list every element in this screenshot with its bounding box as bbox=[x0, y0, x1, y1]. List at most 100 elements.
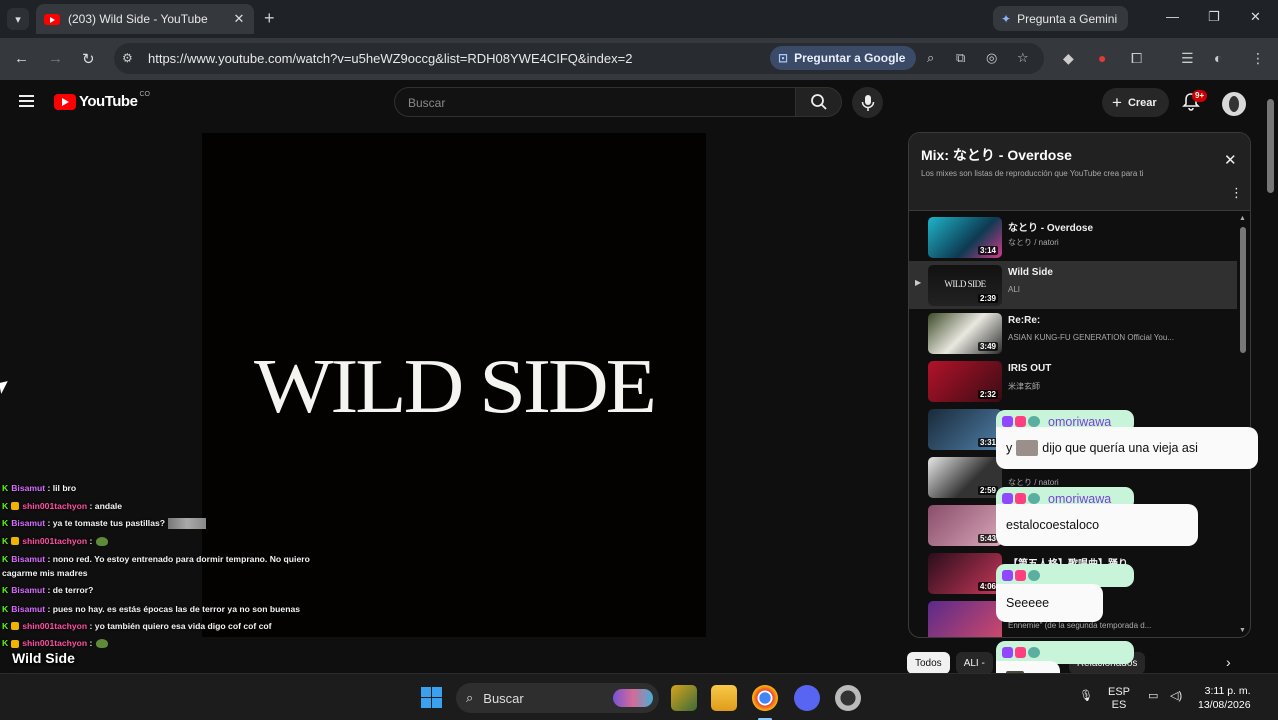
input-language[interactable]: ESP ES bbox=[1108, 686, 1130, 712]
inline-image-icon bbox=[1016, 440, 1039, 456]
playlist-item-title[interactable]: Wild Side bbox=[1008, 267, 1233, 278]
obs-icon[interactable] bbox=[835, 685, 861, 711]
twitch-badge-icon bbox=[1002, 570, 1013, 581]
search-icon bbox=[810, 94, 827, 110]
globe-badge-icon bbox=[1028, 416, 1040, 427]
reload-icon[interactable]: ↻ bbox=[82, 50, 95, 68]
playlist-item-duration: 5:43 bbox=[977, 534, 998, 543]
bookmark-star-icon[interactable]: ☆ bbox=[1017, 50, 1029, 66]
playlist-item-title[interactable]: なとり - Overdose bbox=[1008, 219, 1233, 234]
chat-username: Bisamut bbox=[11, 585, 46, 595]
tab-close-icon[interactable]: ✕ bbox=[232, 11, 246, 27]
chat-username: Bisamut bbox=[11, 554, 46, 564]
chrome-icon[interactable] bbox=[752, 685, 778, 711]
guide-menu-icon[interactable] bbox=[19, 95, 34, 107]
url-text[interactable]: https://www.youtube.com/watch?v=u5heWZ9o… bbox=[148, 51, 632, 66]
tracking-blocked-icon[interactable]: ◎ bbox=[986, 50, 997, 66]
chip-artist[interactable]: ALI - bbox=[955, 652, 993, 674]
playlist-subtitle: Los mixes son listas de reproducción que… bbox=[921, 169, 1144, 178]
extensions-puzzle-icon[interactable]: ⧠ bbox=[1131, 50, 1142, 67]
chat-message: Kshin001tachyon : yo también quiero esa … bbox=[2, 618, 332, 636]
discord-icon[interactable] bbox=[794, 685, 820, 711]
account-avatar[interactable] bbox=[1222, 92, 1246, 116]
playlist-item-channel: なとり / natori bbox=[1008, 238, 1059, 247]
profile-avatar-icon[interactable]: ◐ bbox=[1214, 50, 1222, 66]
browser-tab-active[interactable]: (203) Wild Side - YouTube ✕ bbox=[36, 4, 254, 34]
address-bar[interactable]: ⚙ https://www.youtube.com/watch?v=u5heWZ… bbox=[114, 43, 1044, 74]
playlist-item-thumbnail[interactable]: 2:59 bbox=[928, 457, 1002, 498]
twitch-badge-icon bbox=[1002, 493, 1013, 504]
bubble-2-text: estalocoestaloco bbox=[1006, 518, 1100, 532]
bubble-1-text-b: dijo que quería una vieja asi bbox=[1042, 441, 1198, 455]
notifications-badge: 9+ bbox=[1192, 90, 1208, 102]
playlist-scroll-down-icon[interactable]: ▼ bbox=[1239, 627, 1246, 634]
chat-text: : bbox=[87, 535, 93, 546]
video-frame-title: WILD SIDE bbox=[254, 343, 657, 430]
heart-badge-icon bbox=[1015, 570, 1026, 581]
search-input[interactable]: Buscar bbox=[394, 87, 796, 117]
voice-search-button[interactable] bbox=[852, 87, 883, 118]
lang-bottom: ES bbox=[1111, 699, 1127, 711]
playlist-item-thumbnail[interactable]: 2:32 bbox=[928, 361, 1002, 402]
new-tab-plus-icon[interactable]: + bbox=[264, 8, 275, 29]
playlist-item[interactable]: ▶ WILD SIDE 2:39 Wild Side ALI bbox=[909, 261, 1237, 309]
search-button[interactable] bbox=[796, 87, 842, 117]
playlist-item-title[interactable]: IRIS OUT bbox=[1008, 363, 1233, 374]
playlist-item-thumbnail[interactable]: 3:14 bbox=[928, 217, 1002, 258]
chat-username: shin001tachyon bbox=[22, 535, 88, 546]
clock-date: 13/08/2026 bbox=[1198, 699, 1251, 711]
adblock-extension-icon[interactable]: ● bbox=[1098, 50, 1106, 66]
playlist-item-duration: 2:32 bbox=[977, 390, 998, 399]
app-icon-game[interactable] bbox=[671, 685, 697, 711]
page-scrollbar-thumb[interactable] bbox=[1267, 99, 1274, 193]
playlist-item-thumbnail[interactable]: 3:31 bbox=[928, 409, 1002, 450]
playlist-item-thumbnail[interactable] bbox=[928, 601, 1002, 637]
tab-search-chevron-icon[interactable]: ▾ bbox=[7, 8, 29, 30]
forward-arrow-icon[interactable]: → bbox=[48, 50, 63, 67]
playlist-item[interactable]: 3:49 Re:Re: ASIAN KUNG-FU GENERATION Offic… bbox=[909, 309, 1237, 357]
chat-emote-icon bbox=[168, 518, 206, 530]
ask-gemini-button[interactable]: ✦ Pregunta a Gemini bbox=[993, 6, 1128, 31]
playlist-item-thumbnail[interactable]: 4:06 bbox=[928, 553, 1002, 594]
playlist-item-duration: 2:59 bbox=[977, 486, 998, 495]
ask-google-button[interactable]: ⊡ Preguntar a Google bbox=[770, 46, 916, 70]
frog-emote-icon bbox=[96, 639, 109, 649]
install-app-icon[interactable]: ⧉ bbox=[956, 50, 965, 66]
youtube-logo[interactable]: YouTube CO bbox=[54, 91, 150, 110]
media-controls-icon[interactable]: ☰ bbox=[1181, 50, 1194, 67]
chip-todos[interactable]: Todos bbox=[907, 652, 950, 674]
playlist-item[interactable]: 2:32 IRIS OUT 米津玄師 bbox=[909, 357, 1237, 405]
taskbar-search[interactable]: ⌕ Buscar bbox=[456, 683, 659, 713]
create-button[interactable]: + Crear bbox=[1102, 88, 1169, 117]
network-icon[interactable]: ▭ bbox=[1148, 690, 1158, 703]
browser-menu-icon[interactable]: ⋮ bbox=[1251, 50, 1265, 67]
chat-message: K Bisamut : lil bro bbox=[2, 480, 332, 498]
playlist-item-duration: 4:06 bbox=[977, 582, 998, 591]
restore-icon[interactable]: ❐ bbox=[1208, 9, 1220, 25]
file-explorer-icon[interactable] bbox=[711, 685, 737, 711]
taskbar-search-label: Buscar bbox=[483, 690, 524, 706]
window-close-icon[interactable]: ✕ bbox=[1250, 9, 1261, 25]
back-arrow-icon[interactable]: ← bbox=[14, 50, 29, 67]
playlist-scroll-up-icon[interactable]: ▲ bbox=[1239, 215, 1246, 222]
site-info-icon[interactable]: ⚙ bbox=[122, 51, 133, 65]
windows-start-icon[interactable] bbox=[421, 687, 442, 708]
playlist-scrollbar-thumb[interactable] bbox=[1240, 227, 1246, 353]
playlist-close-icon[interactable]: ✕ bbox=[1224, 151, 1237, 169]
playlist-item-thumbnail[interactable]: WILD SIDE 2:39 bbox=[928, 265, 1002, 306]
microphone-tray-icon[interactable]: 🎙 bbox=[1079, 690, 1093, 703]
extension-icon[interactable]: ◆ bbox=[1063, 50, 1074, 67]
playlist-item-thumbnail[interactable]: 5:43 bbox=[928, 505, 1002, 546]
volume-icon[interactable]: ◁) bbox=[1170, 690, 1182, 703]
chat-message: K Bisamut : nono red. Yo estoy entrenado … bbox=[2, 550, 332, 582]
minimize-icon[interactable]: — bbox=[1166, 9, 1179, 24]
gemini-label: Pregunta a Gemini bbox=[1017, 11, 1118, 26]
playlist-item[interactable]: 3:14 なとり - Overdose なとり / natori bbox=[909, 213, 1237, 261]
playlist-item-thumbnail[interactable]: 3:49 bbox=[928, 313, 1002, 354]
playlist-item-title[interactable]: Re:Re: bbox=[1008, 315, 1233, 326]
zoom-icon[interactable]: ⌕ bbox=[927, 50, 934, 66]
taskbar-clock[interactable]: 3:11 p. m. 13/08/2026 bbox=[1198, 684, 1251, 712]
playlist-title[interactable]: Mix: なとり - Overdose bbox=[921, 145, 1072, 165]
chips-next-icon[interactable]: › bbox=[1226, 654, 1231, 670]
playlist-more-icon[interactable]: ⋮ bbox=[1230, 185, 1243, 201]
